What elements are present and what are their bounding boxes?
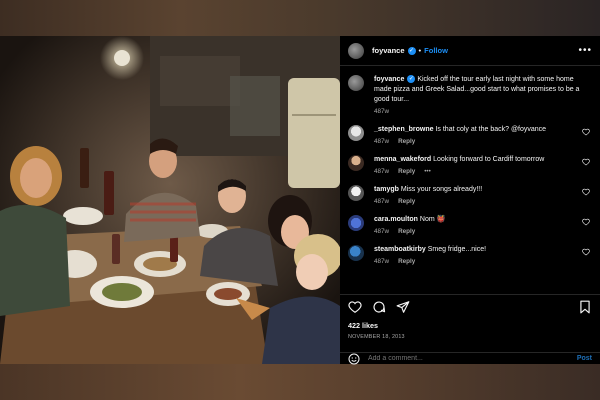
- post-author-username[interactable]: foyvance: [372, 46, 405, 55]
- post-modal: foyvance ✓ • Follow ••• foyvance ✓ Kicked…: [0, 36, 600, 364]
- caption-time[interactable]: 487w: [374, 108, 389, 115]
- verified-icon: ✓: [407, 75, 416, 84]
- separator-dot: •: [418, 46, 422, 55]
- comment-time[interactable]: 487w: [374, 138, 389, 145]
- verified-icon: ✓: [407, 46, 416, 55]
- comment-username[interactable]: cara.moulton: [374, 216, 418, 223]
- post-header: foyvance ✓ • Follow •••: [340, 36, 600, 66]
- reply-button[interactable]: Reply: [398, 258, 415, 265]
- comment-time[interactable]: 487w: [374, 228, 389, 235]
- add-comment-bar: Post: [340, 352, 600, 364]
- avatar[interactable]: [348, 42, 364, 59]
- comment-username[interactable]: steamboatkirby: [374, 246, 426, 253]
- post-photo: [0, 36, 340, 364]
- avatar[interactable]: [348, 75, 364, 91]
- avatar[interactable]: [348, 125, 364, 141]
- comment-options-button[interactable]: •••: [424, 168, 431, 175]
- dinner-photo-illustration: [0, 36, 340, 364]
- save-icon[interactable]: [578, 300, 592, 314]
- comment-item: steamboatkirby Smeg fridge...nice! 487w R…: [348, 245, 592, 265]
- avatar[interactable]: [348, 155, 364, 171]
- comment-text: Smeg fridge...nice!: [427, 246, 487, 253]
- comment-text: Looking forward to Cardiff tomorrow: [433, 156, 545, 163]
- avatar[interactable]: [348, 245, 364, 261]
- avatar[interactable]: [348, 215, 364, 231]
- avatar[interactable]: [348, 185, 364, 201]
- post-caption: foyvance ✓ Kicked off the tour early last…: [348, 75, 592, 115]
- reply-button[interactable]: Reply: [398, 228, 415, 235]
- post-side-panel: foyvance ✓ • Follow ••• foyvance ✓ Kicked…: [340, 36, 600, 364]
- more-icon[interactable]: •••: [578, 45, 592, 56]
- heart-icon[interactable]: [348, 300, 362, 314]
- comments-list[interactable]: foyvance ✓ Kicked off the tour early last…: [340, 67, 600, 319]
- heart-icon[interactable]: [582, 158, 590, 166]
- add-comment-input[interactable]: [368, 355, 577, 362]
- heart-icon[interactable]: [582, 218, 590, 226]
- comment-icon[interactable]: [372, 300, 386, 314]
- comment-time[interactable]: 487w: [374, 258, 389, 265]
- post-date: NOVEMBER 18, 2013: [348, 334, 405, 340]
- comment-text: Is that coly at the back? @foyvance: [435, 126, 547, 133]
- caption-username[interactable]: foyvance: [374, 76, 404, 83]
- comment-text: Miss your songs already!!!: [400, 186, 483, 193]
- reply-button[interactable]: Reply: [398, 168, 415, 175]
- caption-text: Kicked off the tour early last night wit…: [374, 76, 580, 103]
- comment-item: _stephen_browne Is that coly at the back…: [348, 125, 592, 145]
- emoji-icon[interactable]: [348, 353, 360, 365]
- comment-time[interactable]: 487w: [374, 168, 389, 175]
- comment-time[interactable]: 487w: [374, 198, 389, 205]
- heart-icon[interactable]: [582, 128, 590, 136]
- heart-icon[interactable]: [582, 188, 590, 196]
- comment-username[interactable]: menna_wakeford: [374, 156, 431, 163]
- share-icon[interactable]: [396, 300, 410, 314]
- likes-count[interactable]: 422 likes: [340, 319, 600, 330]
- comment-username[interactable]: _stephen_browne: [374, 126, 434, 133]
- reply-button[interactable]: Reply: [398, 138, 415, 145]
- comment-text: Nom 👹: [419, 216, 446, 223]
- blurred-backdrop-bottom: [0, 360, 600, 400]
- comment-item: menna_wakeford Looking forward to Cardif…: [348, 155, 592, 175]
- comment-username[interactable]: tamygb: [374, 186, 399, 193]
- comment-item: cara.moulton Nom 👹 487w Reply: [348, 215, 592, 235]
- heart-icon[interactable]: [582, 248, 590, 256]
- comment-item: tamygb Miss your songs already!!! 487w Re…: [348, 185, 592, 205]
- reply-button[interactable]: Reply: [398, 198, 415, 205]
- post-comment-button[interactable]: Post: [577, 355, 592, 362]
- follow-button[interactable]: Follow: [424, 46, 448, 55]
